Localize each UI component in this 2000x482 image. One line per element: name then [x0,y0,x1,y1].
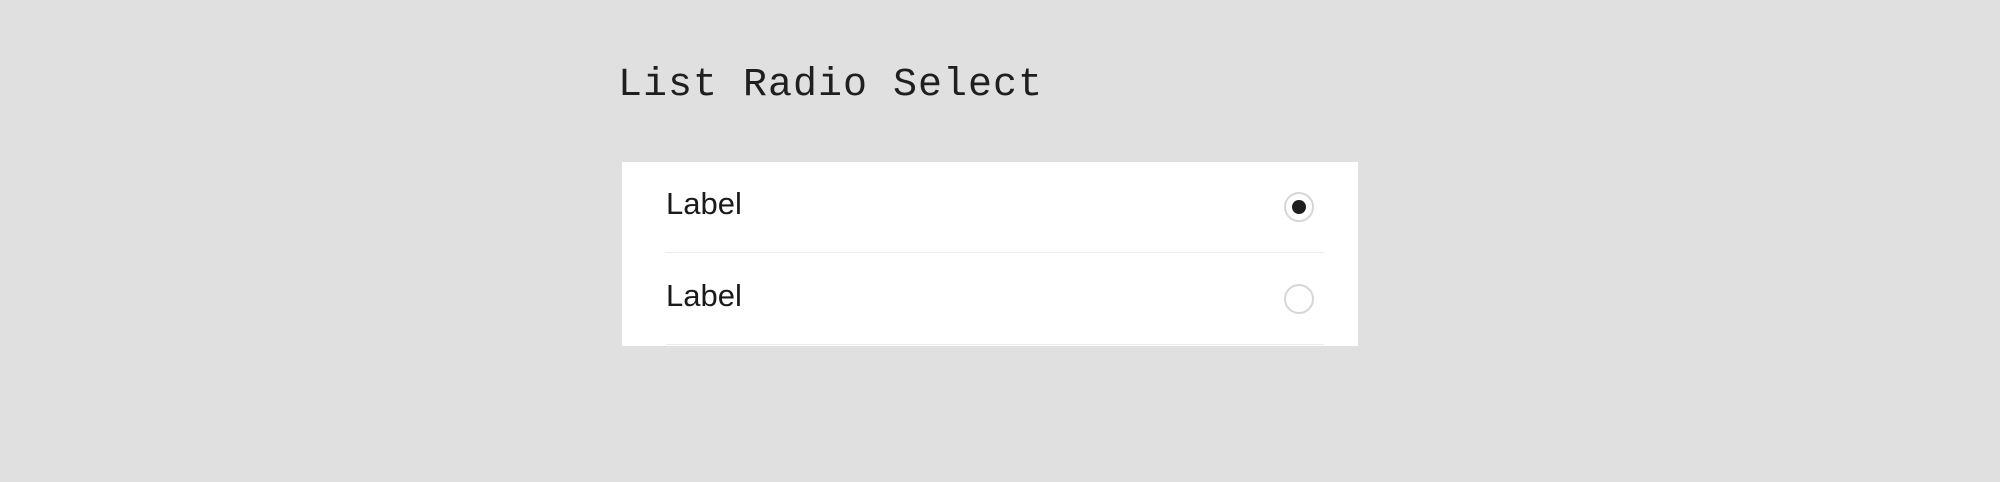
radio-option-2[interactable]: Label [666,254,1324,345]
radio-button-unselected[interactable] [1284,284,1314,314]
radio-button-selected[interactable] [1284,192,1314,222]
radio-list: Label Label [622,162,1358,346]
radio-option-label: Label [666,186,742,221]
page-title: List Radio Select [618,63,1044,108]
radio-option-1[interactable]: Label [666,162,1324,253]
radio-selected-dot [1292,200,1306,214]
radio-option-label: Label [666,278,742,313]
